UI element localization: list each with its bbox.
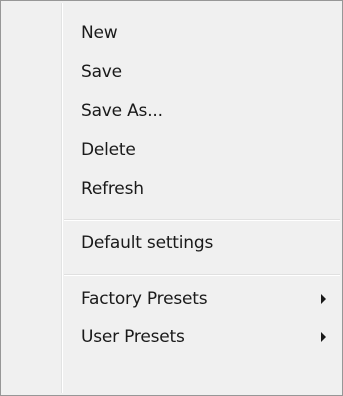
menu-item-label: Factory Presets xyxy=(81,289,208,309)
menu-item-factory-presets[interactable]: Factory Presets xyxy=(3,284,340,314)
menu-item-user-presets[interactable]: User Presets xyxy=(3,322,340,352)
menu-item-delete[interactable]: Delete xyxy=(3,135,340,165)
menu-item-save-as[interactable]: Save As... xyxy=(3,96,340,126)
menu-item-label: Default settings xyxy=(81,233,214,253)
menu-item-label: Refresh xyxy=(81,179,144,199)
menu-item-new[interactable]: New xyxy=(3,18,340,48)
menu-item-label: New xyxy=(81,23,118,43)
menu-separator xyxy=(64,274,340,276)
menu-item-save[interactable]: Save xyxy=(3,57,340,87)
submenu-arrow-icon xyxy=(321,332,326,342)
menu-item-default-settings[interactable]: Default settings xyxy=(3,228,340,258)
menu-item-label: User Presets xyxy=(81,327,185,347)
menu-item-label: Save xyxy=(81,62,122,82)
menu-item-refresh[interactable]: Refresh xyxy=(3,174,340,204)
submenu-arrow-icon xyxy=(321,294,326,304)
context-menu: New Save Save As... Delete Refresh Defau… xyxy=(0,0,343,396)
menu-item-label: Save As... xyxy=(81,101,163,121)
menu-item-label: Delete xyxy=(81,140,136,160)
menu-separator xyxy=(64,219,340,221)
